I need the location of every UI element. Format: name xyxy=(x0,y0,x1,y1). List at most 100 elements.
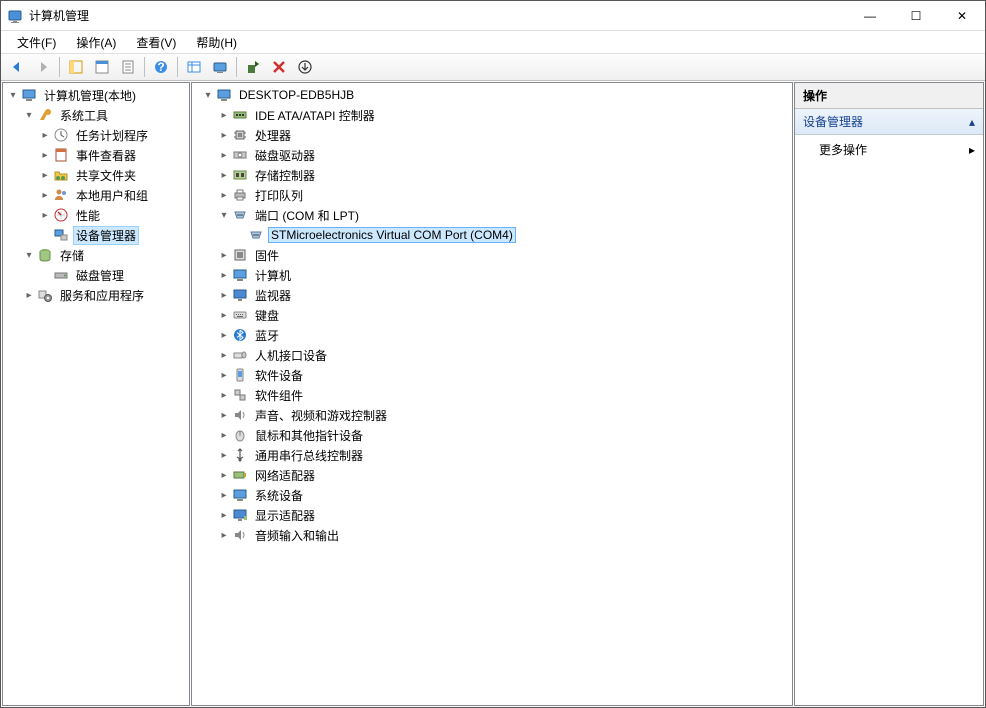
expand-toggle-icon[interactable]: ▸ xyxy=(216,307,232,323)
tree-item-task-scheduler[interactable]: ▸ 任务计划程序 xyxy=(3,125,189,145)
device-category-network[interactable]: ▸ 网络适配器 xyxy=(192,465,792,485)
blank-toggle xyxy=(37,227,53,243)
tree-item-shared-folders[interactable]: ▸ 共享文件夹 xyxy=(3,165,189,185)
expand-toggle-icon[interactable]: ▾ xyxy=(21,107,37,123)
tree-item-services-apps[interactable]: ▸ 服务和应用程序 xyxy=(3,285,189,305)
device-category-disk-drives[interactable]: ▸ 磁盘驱动器 xyxy=(192,145,792,165)
device-category-hid[interactable]: ▸ 人机接口设备 xyxy=(192,345,792,365)
toolbar-separator xyxy=(177,57,178,77)
device-category-computer[interactable]: ▸ 计算机 xyxy=(192,265,792,285)
expand-toggle-icon[interactable]: ▸ xyxy=(37,207,53,223)
expand-toggle-icon[interactable]: ▸ xyxy=(216,407,232,423)
forward-button[interactable] xyxy=(31,55,55,79)
expand-toggle-icon[interactable]: ▸ xyxy=(216,447,232,463)
shared-folders-icon xyxy=(53,167,69,183)
expand-toggle-icon[interactable]: ▸ xyxy=(216,367,232,383)
help-button[interactable]: ? xyxy=(149,55,173,79)
menu-view[interactable]: 查看(V) xyxy=(128,32,184,53)
show-hidden-button[interactable] xyxy=(208,55,232,79)
device-category-ports[interactable]: ▾ 端口 (COM 和 LPT) xyxy=(192,205,792,225)
expand-toggle-icon[interactable]: ▸ xyxy=(216,267,232,283)
menu-file[interactable]: 文件(F) xyxy=(9,32,64,53)
expand-toggle-icon[interactable]: ▸ xyxy=(216,487,232,503)
device-tree-pane[interactable]: ▾ DESKTOP-EDB5HJB ▸ IDE ATA/ATAPI 控制器 ▸ … xyxy=(191,82,793,706)
tree-label: 软件设备 xyxy=(252,366,306,385)
show-hide-tree-button[interactable] xyxy=(64,55,88,79)
expand-toggle-icon[interactable]: ▸ xyxy=(216,107,232,123)
expand-toggle-icon[interactable]: ▾ xyxy=(21,247,37,263)
tree-item-event-viewer[interactable]: ▸ 事件查看器 xyxy=(3,145,189,165)
expand-toggle-icon[interactable]: ▾ xyxy=(200,87,216,103)
expand-toggle-icon[interactable]: ▸ xyxy=(216,147,232,163)
tree-item-storage[interactable]: ▾ 存储 xyxy=(3,245,189,265)
expand-toggle-icon[interactable]: ▸ xyxy=(216,247,232,263)
menu-help[interactable]: 帮助(H) xyxy=(188,32,245,53)
expand-toggle-icon[interactable]: ▾ xyxy=(216,207,232,223)
expand-toggle-icon[interactable]: ▸ xyxy=(21,287,37,303)
expand-toggle-icon[interactable]: ▸ xyxy=(216,327,232,343)
device-item-computer[interactable]: ▾ DESKTOP-EDB5HJB xyxy=(192,85,792,105)
expand-toggle-icon[interactable]: ▸ xyxy=(216,347,232,363)
firmware-icon xyxy=(232,247,248,263)
expand-toggle-icon[interactable]: ▸ xyxy=(216,527,232,543)
tree-item-device-manager[interactable]: 设备管理器 xyxy=(3,225,189,245)
expand-toggle-icon[interactable]: ▸ xyxy=(37,167,53,183)
device-category-storage-controllers[interactable]: ▸ 存储控制器 xyxy=(192,165,792,185)
device-category-audio-io[interactable]: ▸ 音频输入和输出 xyxy=(192,525,792,545)
window-controls: — ☐ ✕ xyxy=(847,1,985,30)
menu-action[interactable]: 操作(A) xyxy=(68,32,124,53)
left-tree-pane[interactable]: ▾ 计算机管理(本地) ▾ 系统工具 ▸ 任务计划程序 ▸ 事件查看器 ▸ xyxy=(2,82,190,706)
export-list-button[interactable] xyxy=(116,55,140,79)
actions-section-header[interactable]: 设备管理器 ▴ xyxy=(795,109,983,135)
scan-hardware-button[interactable] xyxy=(241,55,265,79)
device-category-sound[interactable]: ▸ 声音、视频和游戏控制器 xyxy=(192,405,792,425)
remove-device-button[interactable] xyxy=(267,55,291,79)
tree-item-performance[interactable]: ▸ 性能 xyxy=(3,205,189,225)
mouse-icon xyxy=(232,427,248,443)
device-category-ide[interactable]: ▸ IDE ATA/ATAPI 控制器 xyxy=(192,105,792,125)
users-icon xyxy=(53,187,69,203)
expand-toggle-icon[interactable]: ▸ xyxy=(37,147,53,163)
hid-icon xyxy=(232,347,248,363)
usb-icon xyxy=(232,447,248,463)
device-category-mice[interactable]: ▸ 鼠标和其他指针设备 xyxy=(192,425,792,445)
tree-item-local-users[interactable]: ▸ 本地用户和组 xyxy=(3,185,189,205)
back-button[interactable] xyxy=(5,55,29,79)
maximize-button[interactable]: ☐ xyxy=(893,1,939,30)
expand-toggle-icon[interactable]: ▸ xyxy=(216,427,232,443)
tree-item-system-tools[interactable]: ▾ 系统工具 xyxy=(3,105,189,125)
expand-toggle-icon[interactable]: ▸ xyxy=(216,167,232,183)
properties-button[interactable] xyxy=(90,55,114,79)
device-category-system-devices[interactable]: ▸ 系统设备 xyxy=(192,485,792,505)
device-category-keyboards[interactable]: ▸ 键盘 xyxy=(192,305,792,325)
actions-more-item[interactable]: 更多操作 ▸ xyxy=(795,135,983,164)
device-category-display-adapters[interactable]: ▸ 显示适配器 xyxy=(192,505,792,525)
expand-toggle-icon[interactable]: ▸ xyxy=(37,127,53,143)
close-button[interactable]: ✕ xyxy=(939,1,985,30)
expand-toggle-icon[interactable]: ▸ xyxy=(216,467,232,483)
tree-item-disk-mgmt[interactable]: 磁盘管理 xyxy=(3,265,189,285)
event-viewer-icon xyxy=(53,147,69,163)
expand-toggle-icon[interactable]: ▸ xyxy=(216,507,232,523)
device-category-usb[interactable]: ▸ 通用串行总线控制器 xyxy=(192,445,792,465)
enable-device-button[interactable] xyxy=(293,55,317,79)
expand-toggle-icon[interactable]: ▸ xyxy=(37,187,53,203)
expand-toggle-icon[interactable]: ▸ xyxy=(216,187,232,203)
tree-item-root[interactable]: ▾ 计算机管理(本地) xyxy=(3,85,189,105)
device-category-monitors[interactable]: ▸ 监视器 xyxy=(192,285,792,305)
device-category-print-queues[interactable]: ▸ 打印队列 xyxy=(192,185,792,205)
com-port-icon xyxy=(248,227,264,243)
expand-toggle-icon[interactable]: ▸ xyxy=(216,387,232,403)
device-category-firmware[interactable]: ▸ 固件 xyxy=(192,245,792,265)
tree-label: 本地用户和组 xyxy=(73,186,151,205)
device-category-software-components[interactable]: ▸ 软件组件 xyxy=(192,385,792,405)
device-category-processors[interactable]: ▸ 处理器 xyxy=(192,125,792,145)
expand-toggle-icon[interactable]: ▸ xyxy=(216,287,232,303)
device-category-software-devices[interactable]: ▸ 软件设备 xyxy=(192,365,792,385)
view-details-button[interactable] xyxy=(182,55,206,79)
expand-toggle-icon[interactable]: ▸ xyxy=(216,127,232,143)
minimize-button[interactable]: — xyxy=(847,1,893,30)
expand-toggle-icon[interactable]: ▾ xyxy=(5,87,21,103)
device-item-com-port[interactable]: STMicroelectronics Virtual COM Port (COM… xyxy=(192,225,792,245)
device-category-bluetooth[interactable]: ▸ 蓝牙 xyxy=(192,325,792,345)
